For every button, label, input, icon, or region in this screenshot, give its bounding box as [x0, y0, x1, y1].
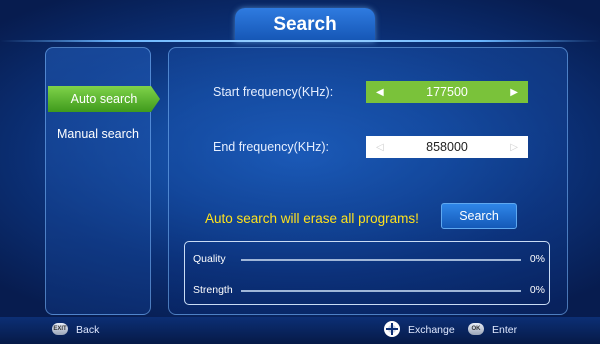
arrow-left-icon[interactable]: ◁ — [376, 142, 384, 153]
search-button[interactable]: Search — [441, 203, 517, 229]
ok-key-icon[interactable]: OK — [468, 323, 484, 335]
page-title: Search — [273, 14, 337, 35]
arrow-right-icon[interactable]: ▶ — [510, 87, 518, 98]
menu-item-manual-search[interactable]: Manual search — [46, 121, 150, 147]
start-frequency-label: Start frequency(KHz): — [213, 85, 334, 99]
search-button-label: Search — [459, 209, 499, 223]
exchange-hint-label: Exchange — [408, 324, 455, 336]
erase-warning: Auto search will erase all programs! — [205, 211, 419, 226]
search-settings-panel: Start frequency(KHz): ◀ 177500 ▶ End fre… — [168, 47, 568, 315]
dpad-icon[interactable] — [384, 321, 400, 337]
back-hint-label: Back — [76, 324, 100, 336]
exit-key-icon[interactable]: EXIT — [52, 323, 68, 335]
menu-item-label: Manual search — [57, 127, 139, 141]
end-frequency-label: End frequency(KHz): — [213, 140, 330, 154]
strength-label: Strength — [193, 284, 233, 296]
start-frequency-value: 177500 — [426, 85, 468, 99]
enter-hint-label: Enter — [492, 324, 518, 336]
strength-value: 0% — [529, 284, 545, 296]
key-hint-bar: EXIT Back Exchange OK Enter — [0, 317, 600, 344]
menu-item-auto-search[interactable]: Auto search — [48, 86, 160, 112]
signal-status-box: Quality 0% Strength 0% — [184, 241, 550, 305]
title-tab: Search — [235, 8, 375, 42]
end-frequency-value: 858000 — [426, 140, 468, 154]
start-frequency-field[interactable]: ◀ 177500 ▶ — [366, 81, 528, 103]
title-divider — [0, 40, 600, 42]
arrow-right-icon[interactable]: ▷ — [510, 142, 518, 153]
title-bar: Search — [0, 0, 600, 42]
strength-row: Strength 0% — [193, 284, 545, 298]
arrow-left-icon[interactable]: ◀ — [376, 87, 384, 98]
quality-row: Quality 0% — [193, 253, 545, 267]
menu-item-label: Auto search — [70, 92, 138, 106]
ok-key-text: OK — [471, 326, 481, 332]
end-frequency-field[interactable]: ◁ 858000 ▷ — [366, 136, 528, 158]
quality-bar — [241, 259, 521, 261]
exit-key-text: EXIT — [53, 326, 67, 332]
quality-value: 0% — [529, 253, 545, 265]
search-mode-menu: Auto search Manual search — [45, 47, 160, 315]
quality-label: Quality — [193, 253, 226, 265]
strength-bar — [241, 290, 521, 292]
